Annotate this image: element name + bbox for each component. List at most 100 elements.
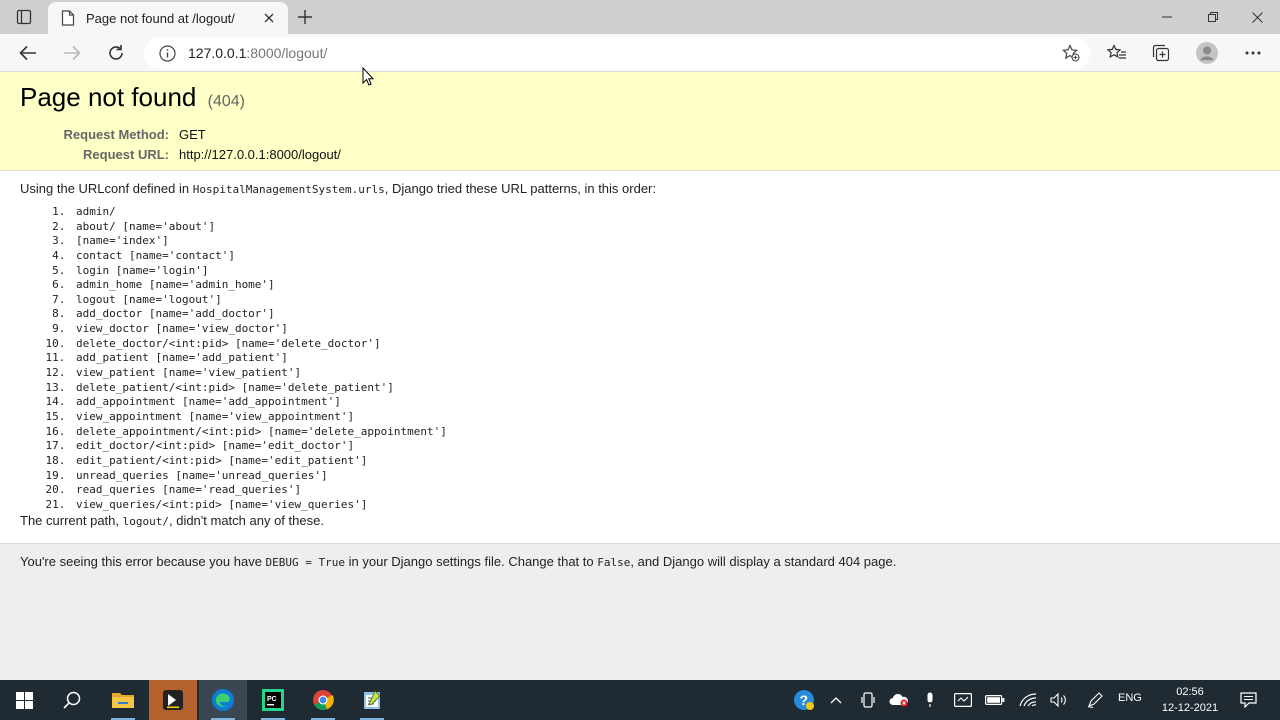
url-text[interactable]: 127.0.0.1:8000/logout/	[188, 45, 327, 61]
file-explorer-button[interactable]	[99, 680, 147, 720]
collections-button[interactable]	[1145, 37, 1177, 69]
start-button[interactable]	[0, 680, 48, 720]
site-info-icon[interactable]	[158, 44, 176, 62]
notification-icon	[1239, 692, 1257, 708]
windows-logo-icon	[15, 691, 33, 709]
avatar-icon	[1196, 42, 1218, 64]
address-bar[interactable]: 127.0.0.1:8000/logout/	[144, 37, 1090, 69]
collections-icon	[1152, 44, 1170, 62]
url-pattern-item: delete_doctor/<int:pid> [name='delete_do…	[72, 337, 1260, 352]
urlconf-info: Using the URLconf defined in HospitalMan…	[0, 171, 1280, 543]
pycharm-button[interactable]: PC	[249, 680, 297, 720]
tab-strip: Page not found at /logout/	[0, 0, 1280, 34]
edge-browser-button[interactable]	[199, 680, 247, 720]
request-meta-table: Request Method: GET Request URL: http://…	[20, 125, 1260, 164]
refresh-button[interactable]	[100, 37, 132, 69]
close-window-button[interactable]	[1234, 0, 1280, 34]
tab-actions-button[interactable]	[8, 4, 40, 30]
show-hidden-icons-button[interactable]	[826, 680, 846, 720]
url-pattern-item: contact [name='contact']	[72, 249, 1260, 264]
back-button[interactable]	[12, 37, 44, 69]
more-icon	[1245, 51, 1261, 55]
url-pattern-item: delete_appointment/<int:pid> [name='dele…	[72, 425, 1260, 440]
favorites-button[interactable]	[1101, 37, 1133, 69]
page-document-icon	[60, 10, 76, 26]
notepad-button[interactable]	[348, 680, 396, 720]
tab-title: Page not found at /logout/	[86, 10, 235, 26]
error-summary: Page not found (404) Request Method: GET…	[0, 72, 1280, 171]
app-button-active[interactable]	[149, 680, 197, 720]
forward-button[interactable]	[56, 37, 88, 69]
debug-text-2: in your Django settings file. Change tha…	[345, 554, 598, 569]
request-method-value: GET	[179, 127, 206, 142]
url-patterns-list: admin/about/ [name='about'][name='index'…	[72, 205, 1260, 512]
clock-time: 02:56	[1176, 686, 1204, 698]
plus-icon	[298, 10, 312, 24]
clock[interactable]: 02:56 12-12-2021	[1152, 684, 1228, 716]
phone-link-icon[interactable]	[858, 680, 878, 720]
wifi-icon[interactable]	[1016, 680, 1040, 720]
page-content: Page not found (404) Request Method: GET…	[0, 72, 1280, 680]
close-tab-icon[interactable]	[258, 7, 280, 29]
debug-explanation: You're seeing this error because you hav…	[0, 543, 1280, 680]
url-pattern-item: edit_patient/<int:pid> [name='edit_patie…	[72, 454, 1260, 469]
url-pattern-item: edit_doctor/<int:pid> [name='edit_doctor…	[72, 439, 1260, 454]
minimize-button[interactable]	[1144, 0, 1190, 34]
chrome-icon	[313, 690, 334, 711]
profile-button[interactable]	[1191, 37, 1223, 69]
url-pattern-item: login [name='login']	[72, 264, 1260, 279]
debug-text-1: You're seeing this error because you hav…	[20, 554, 266, 569]
favorites-list-icon	[1107, 44, 1126, 59]
url-pattern-item: add_appointment [name='add_appointment']	[72, 395, 1260, 410]
network-screen-icon[interactable]	[952, 680, 974, 720]
folder-icon	[112, 693, 134, 708]
current-path: logout/	[122, 515, 169, 529]
url-pattern-item: view_appointment [name='view_appointment…	[72, 410, 1260, 425]
help-tray-icon[interactable]: ?	[790, 680, 818, 720]
volume-icon[interactable]	[1048, 680, 1070, 720]
new-tab-button[interactable]	[292, 5, 318, 29]
request-method-label: Request Method:	[63, 127, 169, 142]
edge-icon	[212, 689, 234, 711]
input-language[interactable]: ENG	[1118, 692, 1142, 704]
url-pattern-item: view_queries/<int:pid> [name='view_queri…	[72, 498, 1260, 513]
settings-menu-button[interactable]	[1237, 37, 1269, 69]
url-pattern-item: read_queries [name='read_queries']	[72, 483, 1260, 498]
tab-actions-icon	[16, 9, 32, 25]
url-pattern-item: view_patient [name='view_patient']	[72, 366, 1260, 381]
current-path-suffix: , didn't match any of these.	[168, 513, 324, 529]
battery-icon[interactable]	[984, 680, 1006, 720]
chevron-up-icon	[830, 697, 842, 704]
debug-text-3: , and Django will display a standard 404…	[630, 554, 897, 569]
url-pattern-item: about/ [name='about']	[72, 220, 1260, 235]
notifications-button[interactable]	[1236, 680, 1260, 720]
intro-text: Using the URLconf defined in	[20, 181, 193, 196]
pycharm-icon: PC	[262, 689, 284, 711]
restore-button[interactable]	[1190, 0, 1236, 34]
error-title: Page not found	[20, 82, 197, 112]
urlconf-intro: Using the URLconf defined in HospitalMan…	[20, 181, 1260, 198]
false-value: False	[597, 556, 631, 569]
url-pattern-item: logout [name='logout']	[72, 293, 1260, 308]
microphone-icon[interactable]	[920, 680, 940, 720]
add-favorite-icon[interactable]	[1062, 44, 1080, 62]
url-pattern-item: admin_home [name='admin_home']	[72, 278, 1260, 293]
back-arrow-icon	[19, 45, 36, 61]
search-button[interactable]	[48, 680, 96, 720]
status-code: (404)	[207, 93, 245, 110]
browser-tab[interactable]: Page not found at /logout/	[48, 2, 288, 34]
notepad-icon	[364, 690, 381, 709]
url-host: 127.0.0.1	[188, 45, 247, 61]
svg-text:PC: PC	[267, 696, 277, 703]
page-title: Page not found (404)	[20, 82, 1260, 113]
request-url-label: Request URL:	[83, 146, 169, 162]
current-path-message: The current path, logout/, didn't match …	[20, 513, 1260, 530]
url-pattern-item: [name='index']	[72, 234, 1260, 249]
pen-workspace-icon[interactable]	[1084, 680, 1106, 720]
chrome-button[interactable]	[299, 680, 347, 720]
url-pattern-item: admin/	[72, 205, 1260, 220]
onedrive-offline-icon[interactable]	[888, 680, 910, 720]
debug-setting: DEBUG = True	[265, 556, 346, 569]
mouse-cursor-icon	[362, 67, 374, 86]
refresh-icon	[109, 45, 123, 60]
